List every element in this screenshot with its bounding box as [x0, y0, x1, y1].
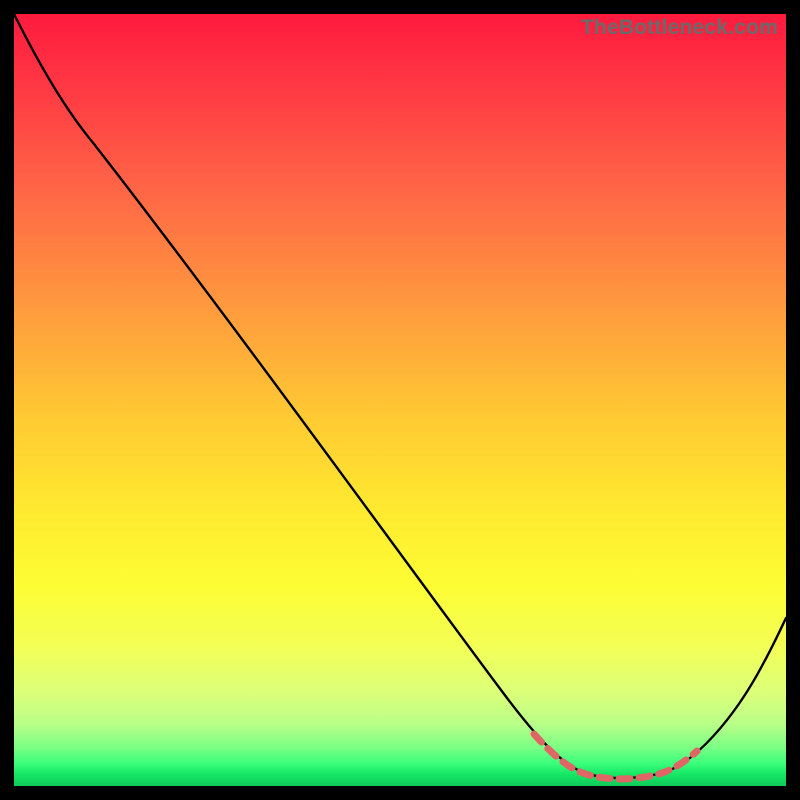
- curve-main: [14, 14, 786, 778]
- chart-frame: TheBottleneck.com: [14, 14, 786, 786]
- curve-highlight: [534, 734, 697, 779]
- bottleneck-curve: [14, 14, 786, 786]
